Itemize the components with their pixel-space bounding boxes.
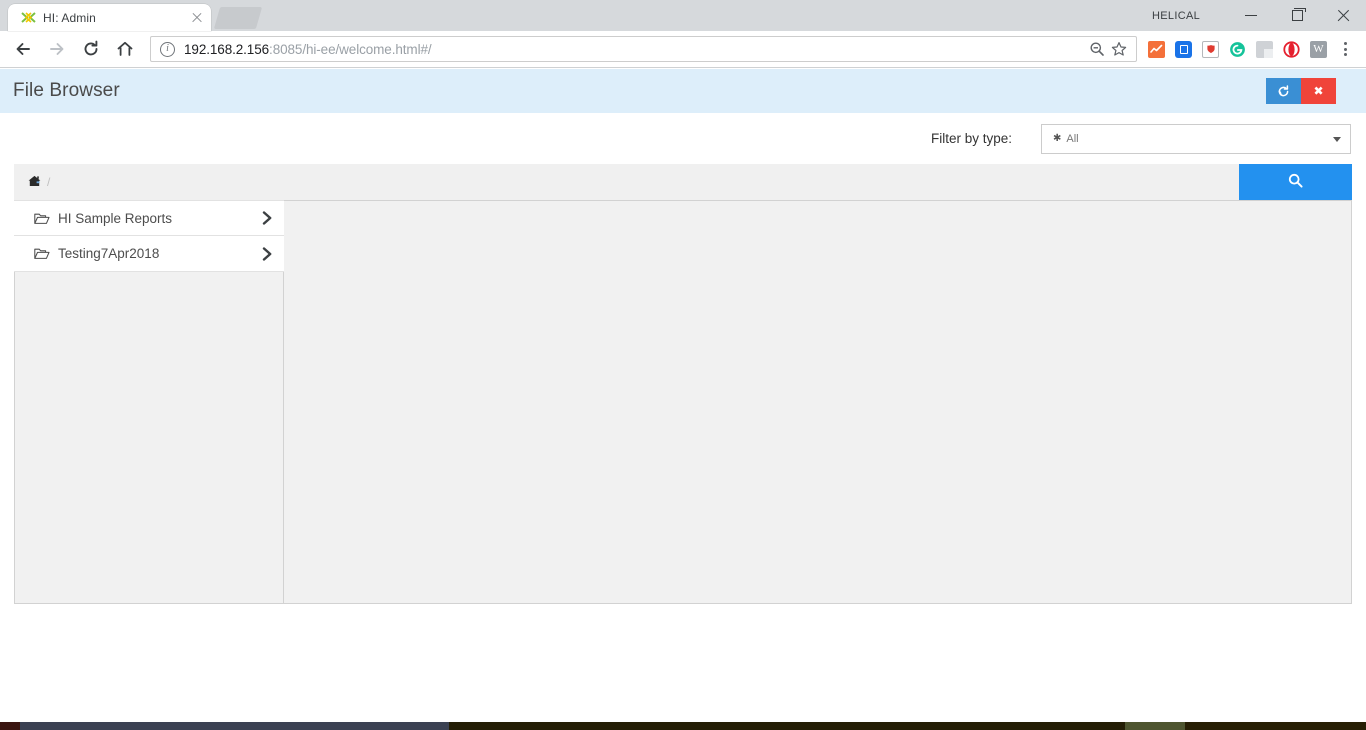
folder-sidebar: HI Sample Reports Testing7Apr2018 (14, 200, 284, 604)
folder-name: Testing7Apr2018 (58, 246, 160, 261)
chevron-right-icon[interactable] (261, 246, 273, 261)
zoom-out-icon[interactable] (1086, 38, 1108, 60)
back-arrow-icon[interactable] (8, 34, 38, 64)
home-icon[interactable] (110, 34, 140, 64)
filter-row: Filter by type: ✱ All (0, 113, 1366, 164)
info-circle-icon[interactable] (160, 41, 175, 57)
window-controls: HELICAL (1152, 0, 1366, 31)
refresh-button[interactable] (1266, 78, 1301, 104)
filter-selected-value: All (1066, 132, 1079, 145)
header-actions: ✖ (1266, 78, 1336, 104)
new-tab-button[interactable] (213, 7, 263, 29)
tab-close-icon[interactable] (189, 10, 205, 26)
folder-list: HI Sample Reports Testing7Apr2018 (14, 200, 284, 272)
window-minimize-button[interactable] (1228, 0, 1274, 31)
chevron-down-icon (1333, 136, 1341, 142)
sidebar-empty-pane (14, 272, 284, 604)
folder-item-hi-sample-reports[interactable]: HI Sample Reports (14, 200, 284, 236)
folder-item-testing7apr2018[interactable]: Testing7Apr2018 (14, 236, 284, 272)
grammarly-extension-icon[interactable] (1224, 36, 1251, 63)
tab-strip: HI: Admin HELICAL (0, 0, 1366, 31)
extension-icons: W (1143, 36, 1358, 63)
file-content-pane (284, 200, 1352, 604)
asterisk-icon: ✱ (1053, 132, 1062, 144)
chevron-right-icon[interactable] (261, 211, 273, 225)
breadcrumb-separator: / (47, 175, 51, 189)
search-icon (1288, 173, 1303, 191)
browser-tab-title: HI: Admin (43, 10, 96, 25)
desktop-taskbar-sliver (0, 722, 1366, 730)
search-button[interactable] (1239, 164, 1352, 200)
search-row: / (14, 164, 1352, 200)
window-close-button[interactable] (1320, 0, 1366, 31)
home-icon[interactable] (28, 175, 41, 189)
dna-helix-icon (20, 10, 36, 26)
window-maximize-button[interactable] (1274, 0, 1320, 31)
file-browser-page: File Browser ✖ Filter by type: ✱ All / H… (0, 69, 1366, 720)
url-host: 192.168.2.156 (184, 41, 270, 57)
opera-extension-icon[interactable] (1278, 36, 1305, 63)
browser-tab-hi-admin[interactable]: HI: Admin (8, 4, 211, 31)
address-bar-url: 192.168.2.156:8085/hi-ee/welcome.html#/ (184, 42, 1086, 57)
folder-name: HI Sample Reports (58, 210, 173, 226)
close-icon: ✖ (1313, 84, 1324, 98)
browser-window: HI: Admin HELICAL i 192.168.2.156:8085/h… (0, 0, 1366, 730)
three-dots-menu-icon[interactable] (1332, 36, 1358, 63)
url-path: :8085/hi-ee/welcome.html#/ (269, 41, 432, 57)
forward-arrow-icon (42, 34, 72, 64)
address-bar[interactable]: 192.168.2.156:8085/hi-ee/welcome.html#/ (150, 36, 1137, 62)
breadcrumb-path-input[interactable]: / (14, 164, 1239, 200)
wikipedia-extension-icon[interactable]: W (1305, 36, 1332, 63)
open-folder-icon (34, 247, 50, 260)
close-button[interactable]: ✖ (1301, 78, 1336, 104)
generic-extension-icon[interactable] (1251, 36, 1278, 63)
open-folder-icon (34, 212, 50, 225)
browser-toolbar: 192.168.2.156:8085/hi-ee/welcome.html#/ (0, 31, 1366, 68)
profile-name-label[interactable]: HELICAL (1152, 10, 1200, 22)
filter-type-select[interactable]: ✱ All (1041, 123, 1351, 154)
chart-extension-icon[interactable] (1143, 36, 1170, 63)
star-icon[interactable] (1108, 38, 1130, 60)
file-browser-body: HI Sample Reports Testing7Apr2018 (14, 200, 1352, 604)
reload-icon[interactable] (76, 34, 106, 64)
bluetooth-extension-icon[interactable] (1170, 36, 1197, 63)
page-title: File Browser (13, 80, 120, 101)
filter-by-type-label: Filter by type: (930, 131, 1012, 146)
app-header: File Browser ✖ (0, 69, 1366, 113)
shield-extension-icon[interactable] (1197, 36, 1224, 63)
